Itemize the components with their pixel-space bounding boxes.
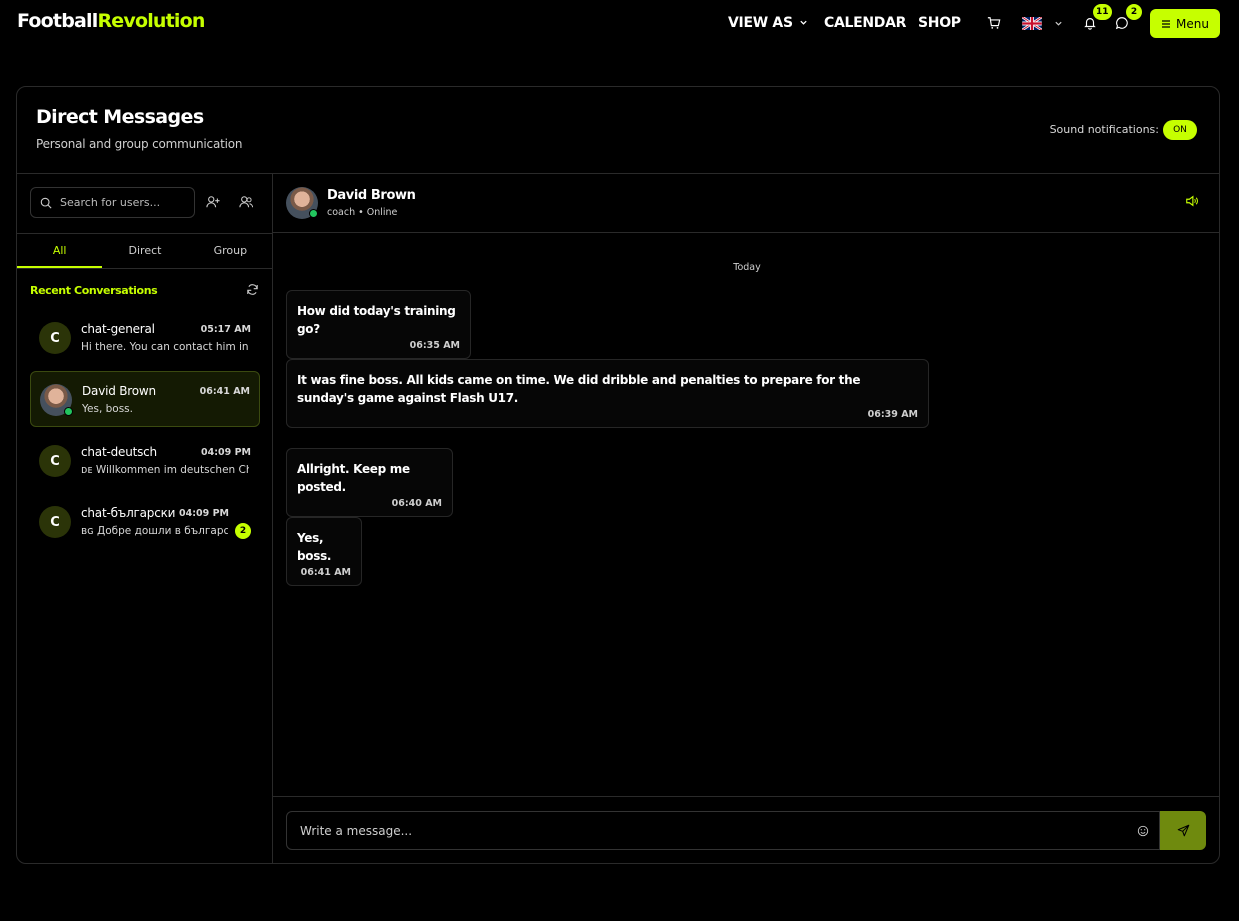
conversation-name: chat-deutsch	[81, 445, 157, 459]
conversations-sidebar: All Direct Group Recent Conversations C …	[17, 174, 273, 863]
message-time: 06:39 AM	[867, 409, 918, 420]
conversation-preview: ʙɢ Добре дошли в българския чат	[81, 525, 228, 537]
message-time: 06:41 AM	[300, 567, 351, 578]
messages-panel: Direct Messages Personal and group commu…	[16, 86, 1220, 864]
brand-logo-part2: Revolution	[97, 10, 205, 32]
message-input[interactable]	[287, 823, 1107, 838]
notifications-badge: 11	[1093, 4, 1112, 20]
avatar: C	[39, 445, 71, 477]
hamburger-icon	[1162, 19, 1171, 28]
conversation-preview: ᴅᴇ Willkommen im deutschen Chat	[81, 464, 249, 476]
refresh-icon[interactable]	[246, 281, 260, 295]
message-bubble: Allright. Keep me posted. 06:40 AM	[286, 448, 453, 517]
send-icon	[1177, 824, 1189, 837]
message-time: 06:40 AM	[391, 498, 442, 509]
recent-conversations-label: Recent Conversations	[30, 284, 158, 297]
tab-all[interactable]: All	[17, 234, 103, 268]
conversation-item[interactable]: C chat-general 05:17 AM Hi there. You ca…	[30, 310, 260, 366]
contact-status: coach • Online	[327, 207, 398, 218]
message-text: Allright. Keep me posted.	[297, 462, 410, 494]
user-search[interactable]	[30, 187, 195, 218]
conversation-preview: Yes, boss.	[82, 403, 133, 415]
menu-label: Menu	[1176, 16, 1209, 31]
message-composer	[273, 796, 1219, 863]
conversation-preview: Hi there. You can contact him inside the…	[81, 341, 249, 353]
view-as-label: VIEW AS	[728, 15, 793, 31]
message-text: It was fine boss. All kids came on time.…	[297, 373, 861, 405]
page-title: Direct Messages	[36, 106, 204, 128]
tab-direct[interactable]: Direct	[102, 234, 187, 268]
chevron-down-icon	[1054, 21, 1062, 26]
conversation-time: 06:41 AM	[199, 386, 250, 397]
conversation-time: 04:09 PM	[179, 508, 229, 519]
message-text: How did today's training go?	[297, 304, 456, 336]
day-separator: Today	[733, 262, 761, 273]
sound-notifications-toggle[interactable]: ON	[1163, 120, 1197, 140]
brand-logo-part1: Football	[17, 10, 98, 32]
conversation-item-active[interactable]: David Brown 06:41 AM Yes, boss.	[30, 371, 260, 427]
online-status-dot	[64, 407, 73, 416]
language-selector[interactable]	[1020, 14, 1064, 32]
emoji-button[interactable]	[1126, 811, 1160, 850]
chevron-down-icon	[800, 20, 807, 25]
avatar: C	[39, 506, 71, 538]
search-input[interactable]	[60, 196, 180, 209]
brand-logo[interactable]: FootballRevolution	[17, 10, 205, 32]
add-user-icon[interactable]	[206, 194, 224, 212]
shop-link[interactable]: SHOP	[918, 15, 961, 31]
menu-button[interactable]: Menu	[1150, 9, 1220, 38]
message-bubble: Yes, boss. 06:41 AM	[286, 517, 362, 586]
conversation-name: chat-български	[81, 506, 176, 520]
online-status-dot	[309, 209, 318, 218]
panel-header: Direct Messages Personal and group commu…	[17, 87, 1219, 174]
contact-name: David Brown	[327, 188, 416, 203]
conversation-time: 05:17 AM	[200, 324, 251, 335]
tab-group[interactable]: Group	[188, 234, 273, 268]
messages-badge: 2	[1126, 4, 1142, 20]
avatar: C	[39, 322, 71, 354]
message-text: Yes, boss.	[297, 531, 332, 563]
uk-flag-icon	[1021, 16, 1042, 30]
page-subtitle: Personal and group communication	[36, 137, 243, 151]
conversation-name: David Brown	[82, 384, 156, 398]
chat-bubble-icon	[1115, 17, 1128, 30]
conversation-name: chat-general	[81, 322, 155, 336]
conversation-item[interactable]: C chat-български 04:09 PM ʙɢ Добре дошли…	[30, 494, 260, 550]
unread-badge: 2	[235, 523, 251, 539]
cart-icon[interactable]	[986, 15, 1002, 31]
view-as-dropdown[interactable]: VIEW AS	[728, 15, 808, 31]
smile-icon	[1137, 825, 1148, 836]
chat-header: David Brown coach • Online	[273, 174, 1219, 233]
conversation-time: 04:09 PM	[201, 447, 251, 458]
conversation-tabs: All Direct Group	[17, 233, 273, 269]
speaker-icon[interactable]	[1185, 193, 1201, 209]
calendar-link[interactable]: CALENDAR	[824, 15, 906, 31]
message-time: 06:35 AM	[409, 340, 460, 351]
top-navigation: FootballRevolution VIEW AS CALENDAR SHOP…	[0, 0, 1239, 46]
new-group-icon[interactable]	[239, 194, 257, 212]
send-button[interactable]	[1160, 811, 1206, 850]
message-input-wrapper[interactable]	[286, 811, 1160, 850]
search-icon	[40, 197, 52, 209]
sound-notifications-label: Sound notifications:	[1049, 123, 1159, 136]
conversation-item[interactable]: C chat-deutsch 04:09 PM ᴅᴇ Willkommen im…	[30, 433, 260, 489]
chat-window: David Brown coach • Online Today How did…	[273, 174, 1219, 863]
message-bubble: It was fine boss. All kids came on time.…	[286, 359, 929, 428]
message-bubble: How did today's training go? 06:35 AM	[286, 290, 471, 359]
